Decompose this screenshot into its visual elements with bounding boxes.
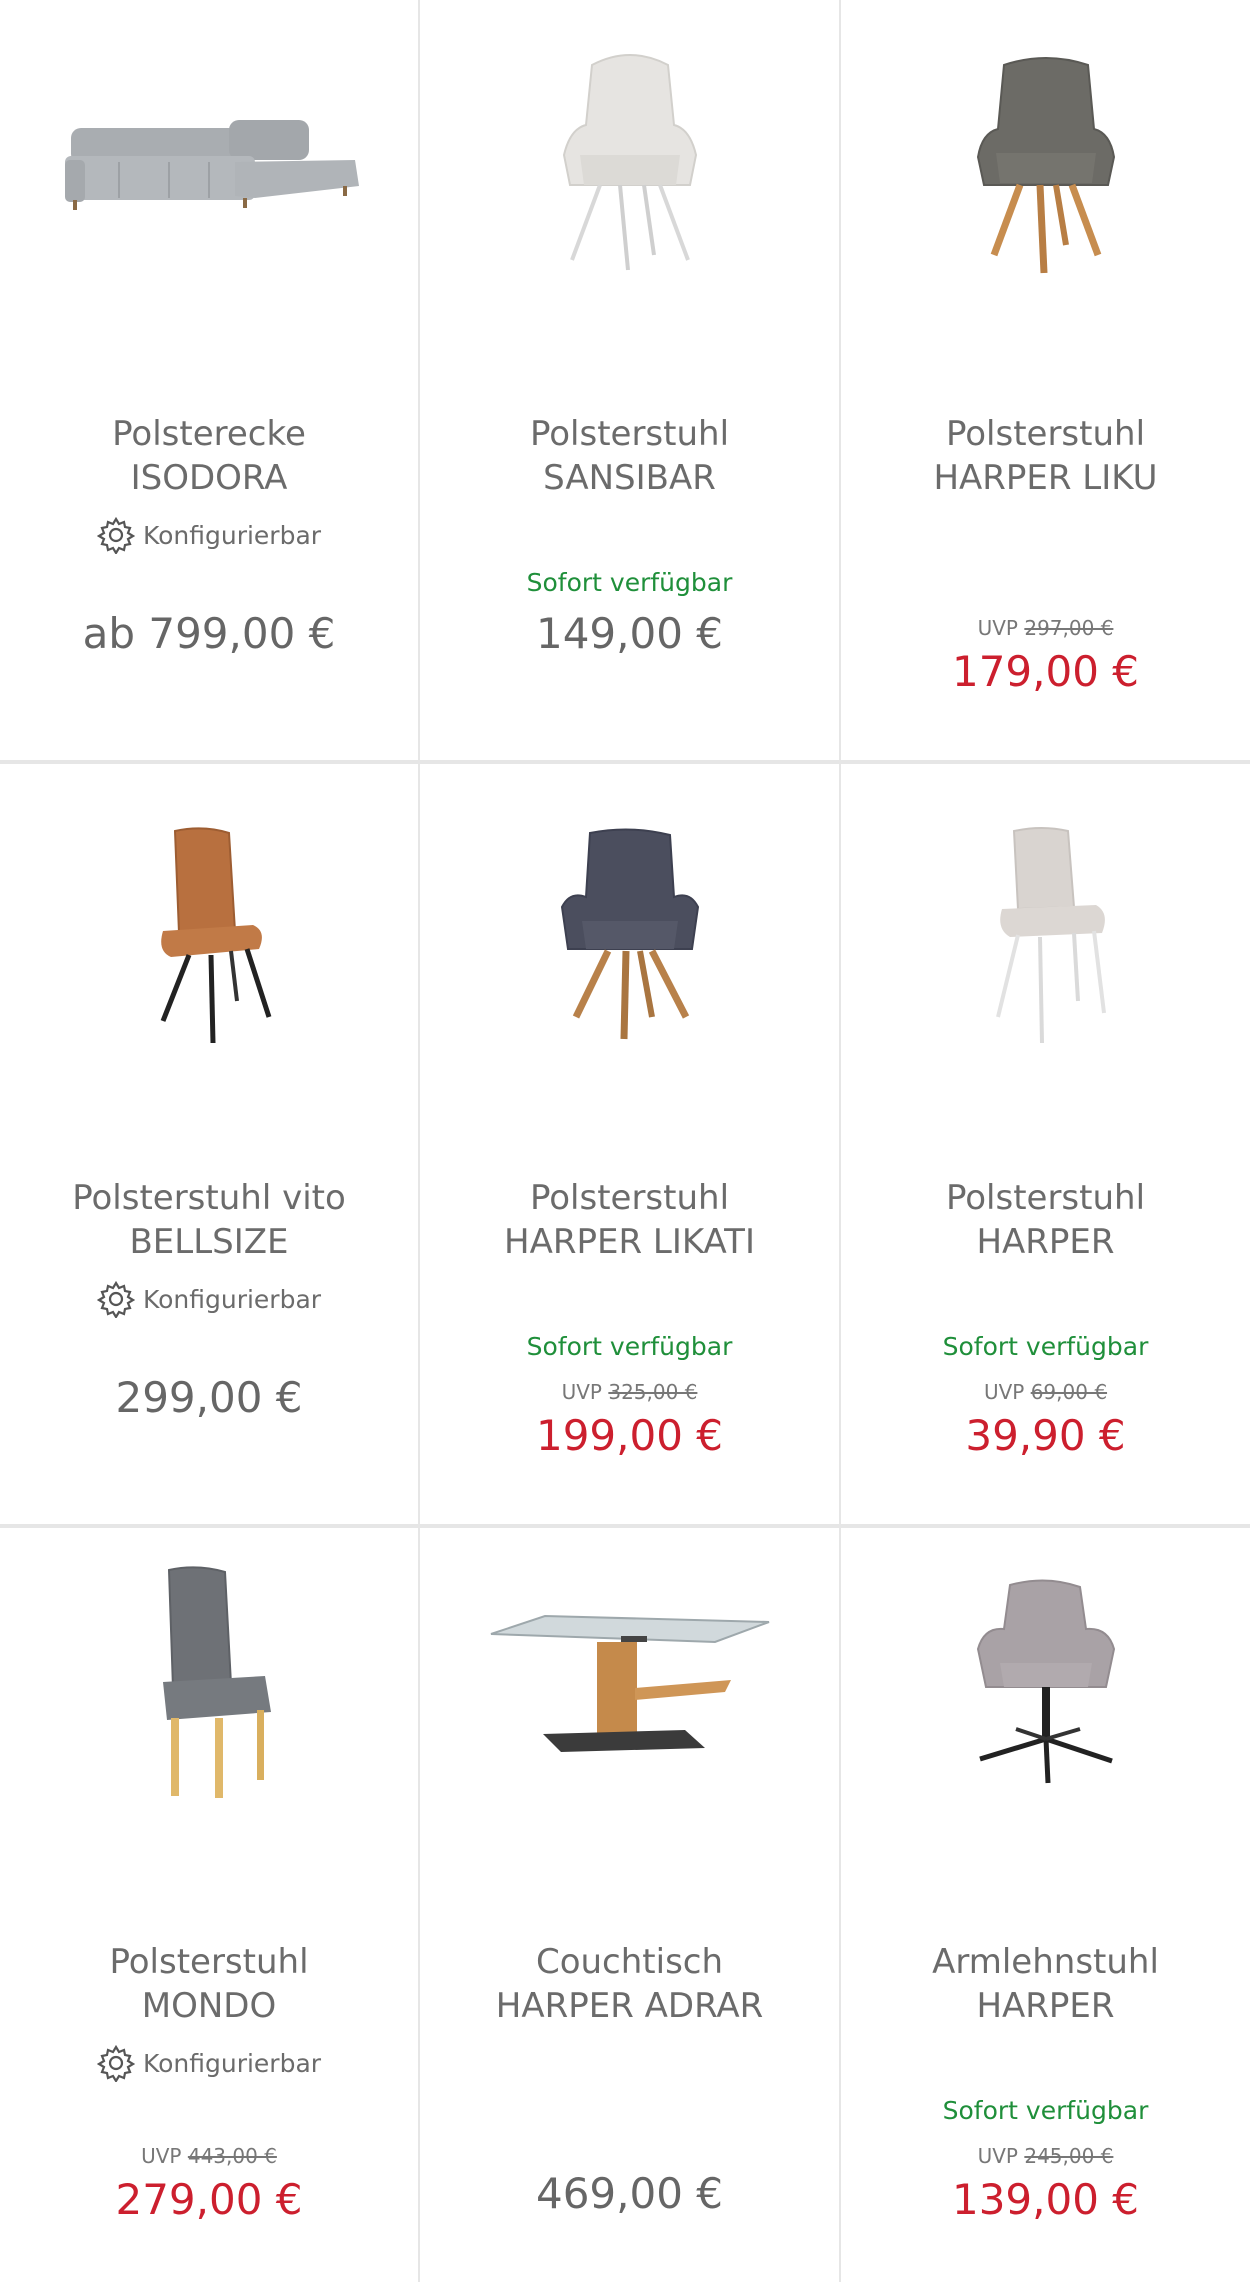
product-image[interactable] (0, 40, 418, 280)
uvp-price: UVP 69,00 € (841, 1380, 1250, 1404)
uvp-price: UVP 443,00 € (0, 2144, 418, 2168)
grey-upholstered-chair-image (163, 1566, 271, 1798)
product-title-line1: Polsterstuhl vito (72, 1178, 346, 1218)
uvp-label: UVP (141, 2144, 182, 2168)
cognac-leather-chair-image (160, 827, 272, 1044)
product-title[interactable]: Polsterstuhl HARPER (841, 1176, 1250, 1264)
product-title[interactable]: Polsterstuhl HARPER LIKATI (420, 1176, 839, 1264)
product-title-line2: HARPER (976, 1222, 1115, 1262)
product-title-line1: Polsterstuhl (109, 1942, 309, 1982)
product-grid: Polsterecke ISODORA Konfigurierbar ab 79… (0, 0, 1250, 2282)
product-card[interactable]: Polsterstuhl SANSIBAR Sofort verfügbar 1… (420, 0, 839, 760)
product-image[interactable] (841, 40, 1250, 280)
configurable-label: Konfigurierbar (142, 1284, 322, 1314)
product-title[interactable]: Polsterstuhl HARPER LIKU (841, 412, 1250, 500)
availability-label: Sofort verfügbar (526, 1332, 733, 1361)
product-title-line1: Polsterstuhl (945, 414, 1146, 454)
gear-icon (96, 516, 135, 554)
product-title-line1: Armlehnstuhl (932, 1942, 1159, 1982)
product-title[interactable]: Polsterecke ISODORA (0, 412, 418, 500)
product-price: 299,00 € (115, 1373, 303, 1422)
product-card[interactable]: Armlehnstuhl HARPER Sofort verfügbar UVP… (841, 1528, 1250, 2282)
corner-sofa-image (65, 120, 359, 210)
product-title-line2: SANSIBAR (543, 458, 716, 498)
uvp-original-price: 443,00 € (187, 2144, 277, 2168)
product-card[interactable]: Couchtisch HARPER ADRAR 469,00 € (420, 1528, 839, 2282)
product-price: 149,00 € (535, 609, 724, 658)
product-card[interactable]: Polsterstuhl MONDO Konfigurierbar UVP 44… (0, 1528, 418, 2282)
product-title-line2: HARPER LIKATI (504, 1222, 755, 1262)
product-title-line2: HARPER LIKU (933, 458, 1158, 498)
light-grey-chair-image (995, 827, 1106, 1044)
product-image[interactable] (0, 816, 418, 1056)
product-image[interactable] (420, 40, 839, 280)
product-title-line2: HARPER ADRAR (495, 1986, 764, 2026)
product-image[interactable] (841, 816, 1250, 1056)
uvp-label: UVP (983, 1380, 1025, 1404)
sale-price: 39,90 € (965, 1411, 1126, 1460)
glass-coffee-table-image (490, 1614, 769, 1752)
product-image[interactable] (841, 1564, 1250, 1804)
availability-label: Sofort verfügbar (942, 2096, 1149, 2125)
configurable-label: Konfigurierbar (142, 2048, 322, 2078)
grey-armchair-wood-legs-image (976, 57, 1115, 274)
product-title-line1: Couchtisch (535, 1942, 724, 1982)
uvp-original-price: 325,00 € (608, 1380, 698, 1404)
sale-price: 179,00 € (951, 647, 1140, 696)
uvp-label: UVP (977, 2144, 1018, 2168)
uvp-price: UVP 325,00 € (420, 1380, 839, 1404)
product-card[interactable]: Polsterstuhl vito BELLSIZE Konfigurierba… (0, 764, 418, 1524)
product-title[interactable]: Armlehnstuhl HARPER (841, 1940, 1250, 2028)
product-title-line2: HARPER (976, 1986, 1115, 2026)
product-title[interactable]: Polsterstuhl MONDO (0, 1940, 418, 2028)
uvp-original-price: 69,00 € (1030, 1380, 1108, 1404)
product-price: ab 799,00 € (82, 609, 336, 658)
dark-blue-armchair-image (560, 828, 699, 1040)
product-card[interactable]: Polsterstuhl HARPER LIKATI Sofort verfüg… (420, 764, 839, 1524)
uvp-label: UVP (977, 616, 1018, 640)
gear-icon (96, 2044, 135, 2082)
product-card[interactable]: Polsterecke ISODORA Konfigurierbar ab 79… (0, 0, 418, 760)
gear-icon (96, 1280, 135, 1318)
product-image[interactable] (420, 1564, 839, 1804)
uvp-label: UVP (561, 1380, 602, 1404)
product-image[interactable] (0, 1564, 418, 1804)
product-title-line2: ISODORA (130, 458, 288, 498)
product-title[interactable]: Polsterstuhl vito BELLSIZE (0, 1176, 418, 1264)
uvp-price: UVP 297,00 € (841, 616, 1250, 640)
product-price: 469,00 € (535, 2169, 724, 2218)
availability-label: Sofort verfügbar (526, 568, 733, 597)
configurable-badge: Konfigurierbar (0, 2044, 418, 2082)
product-title-line1: Polsterstuhl (529, 1178, 730, 1218)
configurable-badge: Konfigurierbar (0, 1280, 418, 1318)
uvp-original-price: 297,00 € (1024, 616, 1114, 640)
uvp-price: UVP 245,00 € (841, 2144, 1250, 2168)
availability-label: Sofort verfügbar (942, 1332, 1149, 1361)
product-title[interactable]: Polsterstuhl SANSIBAR (420, 412, 839, 500)
product-title-line2: BELLSIZE (129, 1222, 289, 1262)
product-title-line1: Polsterstuhl (945, 1178, 1146, 1218)
sale-price: 139,00 € (951, 2175, 1140, 2224)
white-armchair-image (562, 54, 697, 271)
swivel-armchair-image (976, 1579, 1115, 1784)
product-title-line1: Polsterecke (112, 414, 306, 454)
product-title-line1: Polsterstuhl (529, 414, 730, 454)
product-title-line2: MONDO (141, 1986, 277, 2026)
sale-price: 279,00 € (115, 2175, 303, 2224)
product-image[interactable] (420, 816, 839, 1056)
product-card[interactable]: Polsterstuhl HARPER LIKU UVP 297,00 € 17… (841, 0, 1250, 760)
sale-price: 199,00 € (535, 1411, 724, 1460)
product-title[interactable]: Couchtisch HARPER ADRAR (420, 1940, 839, 2028)
configurable-badge: Konfigurierbar (0, 516, 418, 554)
product-card[interactable]: Polsterstuhl HARPER Sofort verfügbar UVP… (841, 764, 1250, 1524)
configurable-label: Konfigurierbar (142, 520, 322, 550)
uvp-original-price: 245,00 € (1024, 2144, 1114, 2168)
